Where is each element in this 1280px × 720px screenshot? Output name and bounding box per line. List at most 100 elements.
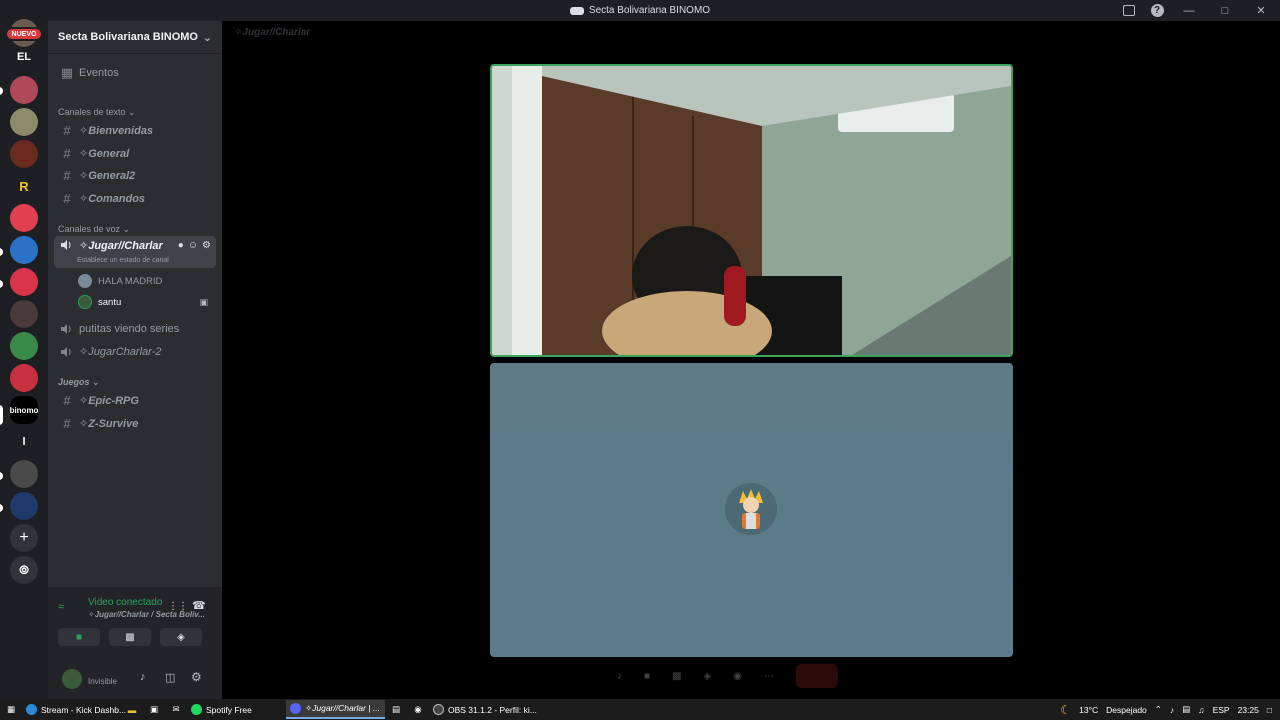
add-server-icon[interactable]: + <box>10 524 38 552</box>
taskbar: ▦ Stream - Kick Dashb... ▬ ▣ ✉ Spotify F… <box>0 699 1280 720</box>
hash-icon: # <box>63 146 71 161</box>
channel-bienvenidas[interactable]: # ✧Bienvenidas <box>54 120 216 141</box>
edge-icon <box>26 704 37 715</box>
clock[interactable]: 23:25 <box>1238 705 1259 715</box>
task-discord[interactable]: ✧Jugar//Charlar | ... <box>286 700 385 719</box>
screen-share-icon[interactable]: ▩ <box>672 671 681 682</box>
store-icon[interactable]: ▣ <box>143 700 165 719</box>
explore-icon[interactable]: ⦾ <box>10 556 38 584</box>
unread-pip <box>0 504 3 512</box>
video-tile-avatar[interactable] <box>490 363 1013 657</box>
volume-icon[interactable]: ♫ <box>1198 705 1204 715</box>
video-camera-icon: ▣ <box>199 296 208 307</box>
more-icon[interactable]: ⋯ <box>764 671 774 682</box>
voice-status[interactable]: Video conectado <box>88 597 162 608</box>
video-camera-icon[interactable]: ■ <box>644 671 650 682</box>
help-icon[interactable]: ? <box>1150 4 1164 18</box>
server-icon[interactable] <box>10 460 38 488</box>
language[interactable]: ESP <box>1213 705 1230 715</box>
gamepad-icon[interactable]: ◈ <box>704 671 712 682</box>
terminal-icon[interactable]: ▤ <box>385 700 407 719</box>
channel-header-title: ✧Jugar//Charlar <box>234 27 311 38</box>
voice-channel[interactable]: putitas viendo series <box>54 318 216 339</box>
guild-header[interactable]: Secta Bolivariana BINOMO ⌄ <box>48 21 222 54</box>
close-button[interactable]: ✕ <box>1250 4 1272 17</box>
mail-icon[interactable]: ✉ <box>165 700 187 719</box>
discord-icon <box>290 703 301 714</box>
window-title: Secta Bolivariana BINOMO <box>588 5 711 16</box>
task-spotify[interactable]: Spotify Free <box>187 700 286 719</box>
obs-icon <box>433 704 444 715</box>
chevron-down-icon: ⌄ <box>202 31 212 44</box>
channel-general2[interactable]: # ✧General2 <box>54 165 216 186</box>
hash-icon: # <box>63 168 71 183</box>
channel-general[interactable]: # ✧General <box>54 143 216 164</box>
server-l[interactable]: l <box>10 428 38 456</box>
server-icon[interactable] <box>10 268 38 296</box>
hash-icon: # <box>63 393 71 408</box>
voice-channel[interactable]: ✧JugarCharlar-2 <box>54 341 216 362</box>
screen-share-button[interactable]: ▩ <box>109 628 151 646</box>
channel-comandos[interactable]: # ✧Comandos <box>54 188 216 209</box>
maximize-button[interactable]: □ <box>1214 5 1236 17</box>
moon-icon: ☾ <box>1060 702 1072 717</box>
task-obs[interactable]: OBS 31.1.2 - Perfil: ki... <box>429 700 537 719</box>
server-icon[interactable] <box>10 140 38 168</box>
voice-user[interactable]: santu ▣ <box>78 293 208 311</box>
windows-start-icon[interactable]: ▦ <box>0 700 22 719</box>
chevron-up-icon[interactable]: ⌃ <box>1155 704 1162 715</box>
server-el[interactable]: EL <box>10 43 38 71</box>
microphone-icon[interactable]: ♪ <box>140 671 146 683</box>
server-binomo[interactable]: binomo <box>10 396 38 424</box>
voice-user[interactable]: HALA MADRID <box>78 272 162 290</box>
server-icon[interactable] <box>10 236 38 264</box>
invite-icon[interactable]: ☺ <box>188 240 198 251</box>
speaker-icon <box>60 239 74 251</box>
events-item[interactable]: ▦ Eventos <box>54 62 216 83</box>
server-icon[interactable] <box>10 364 38 392</box>
avatar[interactable] <box>62 669 82 689</box>
steam-icon[interactable]: ◉ <box>407 700 429 719</box>
notifications-icon[interactable]: □ <box>1267 705 1272 715</box>
call-controls: ♪ ■ ▩ ◈ ◉ ⋯ <box>617 664 838 688</box>
channel-z-survive[interactable]: # ✧Z-Survive <box>54 413 216 434</box>
inbox-icon[interactable] <box>1122 4 1136 18</box>
leave-call-button[interactable] <box>795 664 838 688</box>
gear-icon[interactable]: ⚙ <box>191 670 202 684</box>
server-icon[interactable] <box>10 76 38 104</box>
weather-desc[interactable]: Despejado <box>1106 705 1147 715</box>
task-edge[interactable]: Stream - Kick Dashb... <box>22 700 126 719</box>
calendar-icon: ▦ <box>60 64 74 80</box>
avatar <box>78 274 92 288</box>
events-label: Eventos <box>79 66 119 79</box>
chat-icon[interactable]: ● <box>178 240 184 251</box>
category-games[interactable]: Juegos ⌄ <box>58 377 100 388</box>
microphone-icon[interactable]: ♪ <box>1170 705 1174 715</box>
server-icon[interactable] <box>10 492 38 520</box>
voice-channel-active[interactable]: ✧Jugar//Charlar ● ☺ ⚙ Establece un estad… <box>54 236 216 268</box>
server-icon[interactable] <box>10 108 38 136</box>
server-icon[interactable] <box>10 300 38 328</box>
unread-pip <box>0 472 3 480</box>
microphone-icon[interactable]: ♪ <box>617 671 622 682</box>
video-tile-camera[interactable] <box>490 64 1013 357</box>
user-status: Invisible <box>88 677 117 686</box>
noise-suppression-icon[interactable]: ⋮⋮ <box>168 601 188 612</box>
server-r[interactable]: R <box>10 172 38 200</box>
server-icon[interactable] <box>10 332 38 360</box>
folder-icon[interactable]: ▬ <box>121 700 143 719</box>
channel-status[interactable]: Establece un estado de canal <box>77 257 169 264</box>
server-icon[interactable] <box>10 204 38 232</box>
camera-button[interactable]: ■ <box>58 628 100 646</box>
hash-icon: # <box>63 416 71 431</box>
gear-icon[interactable]: ⚙ <box>202 240 211 251</box>
headphones-icon[interactable]: ◫ <box>165 671 175 684</box>
category-voice[interactable]: Canales de voz ⌄ <box>58 224 130 235</box>
disconnect-icon[interactable]: ☎ <box>192 599 206 612</box>
network-icon[interactable]: ▤ <box>1182 704 1190 715</box>
channel-epic-rpg[interactable]: # ✧Epic-RPG <box>54 390 216 411</box>
soundboard-icon[interactable]: ◉ <box>733 671 742 682</box>
weather-temp[interactable]: 13°C <box>1079 705 1098 715</box>
category-text[interactable]: Canales de texto ⌄ <box>58 107 136 118</box>
minimize-button[interactable]: — <box>1178 5 1200 17</box>
